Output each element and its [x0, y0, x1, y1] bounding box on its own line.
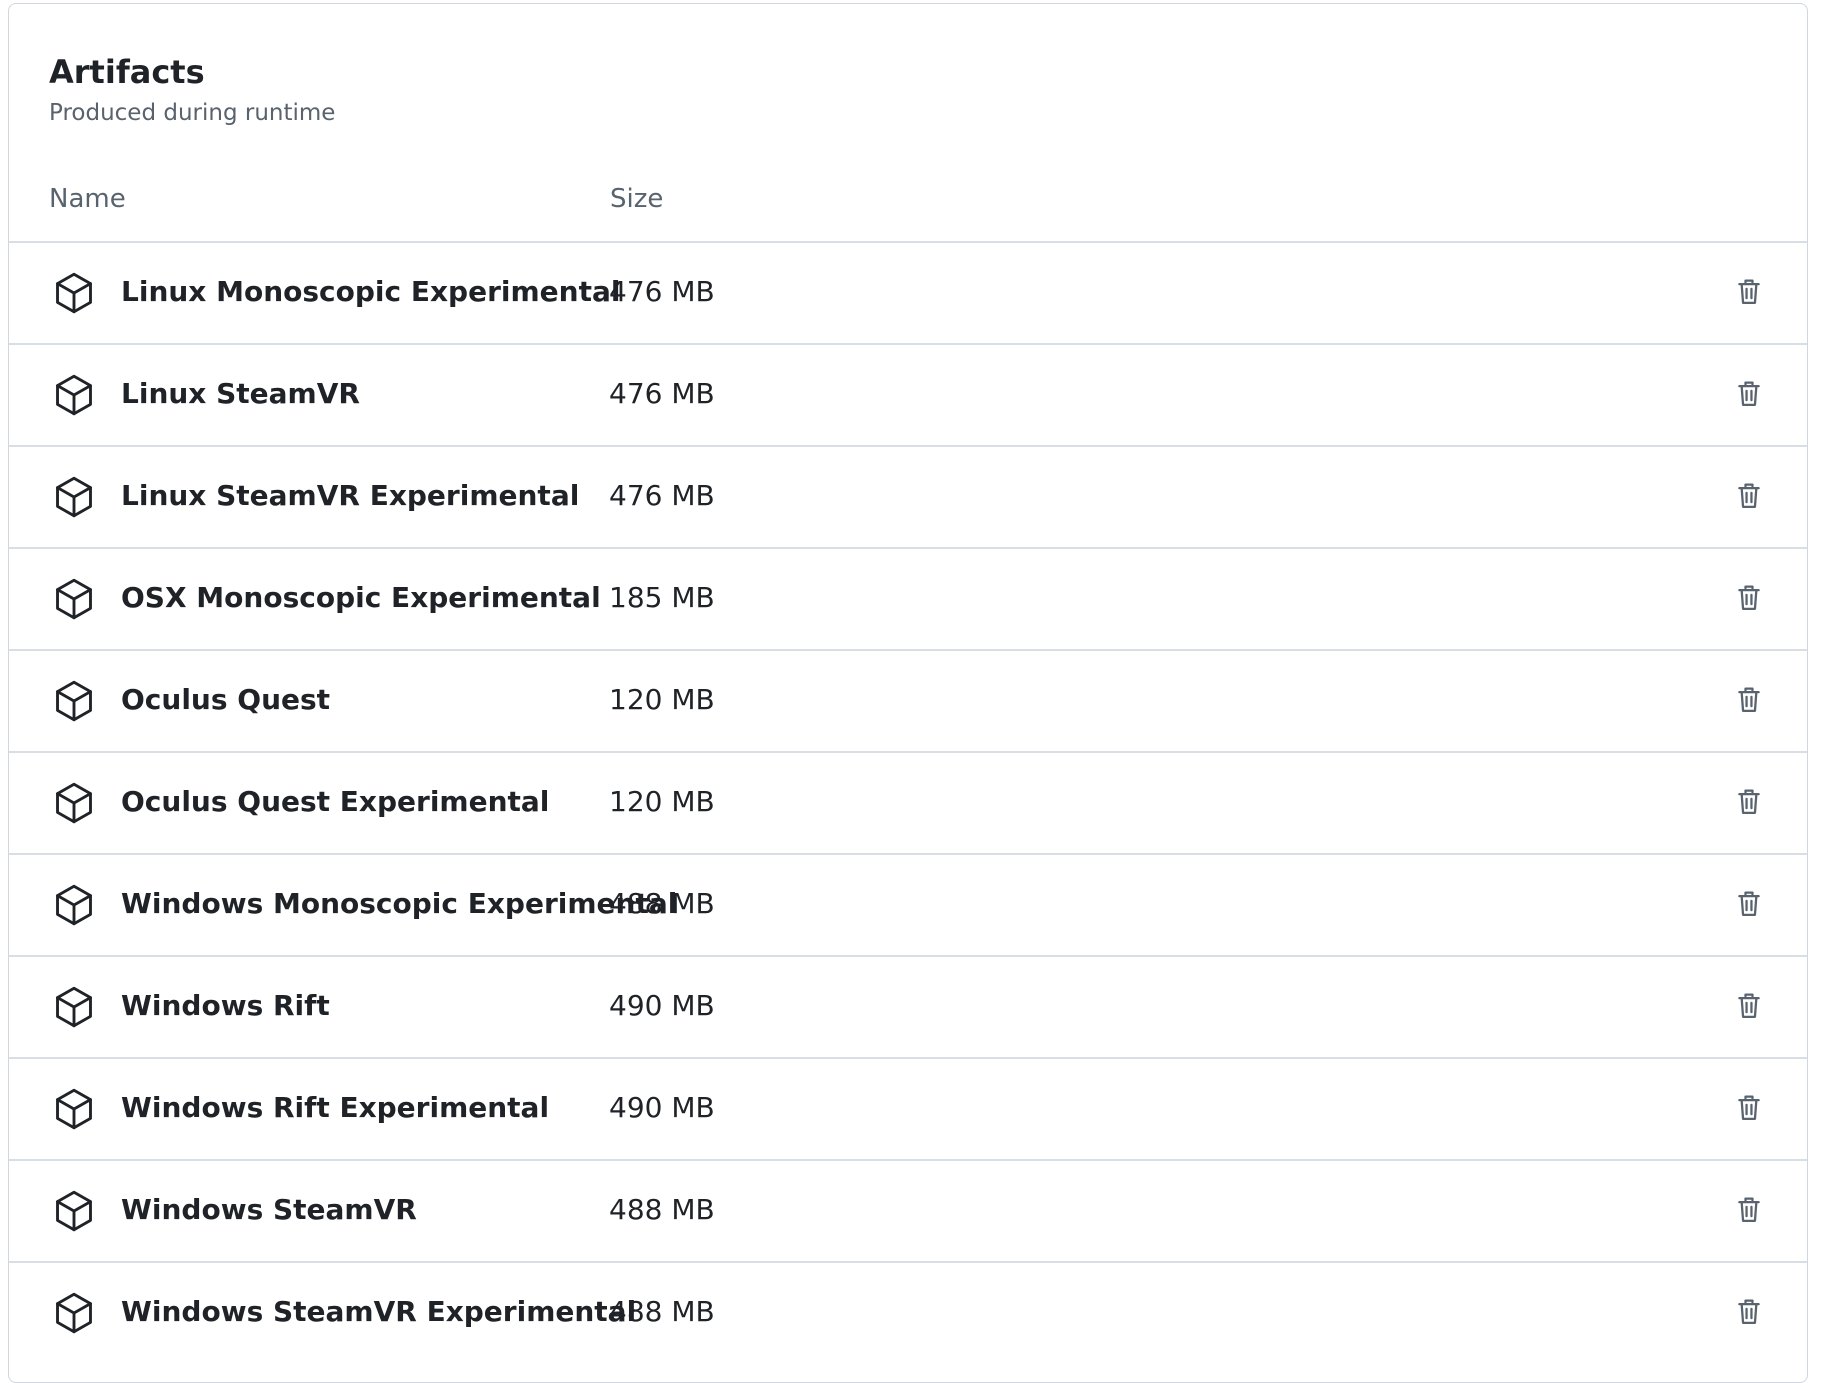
- package-icon: [51, 882, 97, 928]
- artifact-row: Windows Rift Experimental 490 MB: [9, 1057, 1807, 1159]
- panel-title: Artifacts: [49, 53, 205, 91]
- artifact-row: Windows Rift 490 MB: [9, 955, 1807, 1057]
- delete-artifact-button[interactable]: [1731, 1090, 1767, 1126]
- package-icon: [51, 270, 97, 316]
- artifact-size: 185 MB: [609, 581, 715, 614]
- artifact-name: Oculus Quest Experimental: [121, 785, 550, 818]
- artifact-row: Windows SteamVR Experimental 488 MB: [9, 1261, 1807, 1363]
- package-icon: [51, 372, 97, 418]
- package-icon: [51, 1290, 97, 1336]
- trash-icon: [1735, 482, 1763, 510]
- trash-icon: [1735, 1196, 1763, 1224]
- artifact-row: Windows Monoscopic Experimental 488 MB: [9, 853, 1807, 955]
- delete-artifact-button[interactable]: [1731, 274, 1767, 310]
- artifact-size: 488 MB: [609, 1193, 715, 1226]
- artifact-size: 120 MB: [609, 683, 715, 716]
- delete-artifact-button[interactable]: [1731, 1294, 1767, 1330]
- artifact-list: Linux Monoscopic Experimental 476 MB Lin…: [9, 241, 1807, 1363]
- trash-icon: [1735, 1298, 1763, 1326]
- trash-icon: [1735, 686, 1763, 714]
- artifact-name: Windows Rift Experimental: [121, 1091, 550, 1124]
- artifact-name: Linux SteamVR: [121, 377, 360, 410]
- artifact-row: Windows SteamVR 488 MB: [9, 1159, 1807, 1261]
- artifact-size: 490 MB: [609, 989, 715, 1022]
- package-icon: [51, 1086, 97, 1132]
- trash-icon: [1735, 788, 1763, 816]
- artifact-size: 490 MB: [609, 1091, 715, 1124]
- package-icon: [51, 780, 97, 826]
- artifact-name: OSX Monoscopic Experimental: [121, 581, 601, 614]
- delete-artifact-button[interactable]: [1731, 580, 1767, 616]
- artifact-row: Linux SteamVR 476 MB: [9, 343, 1807, 445]
- artifact-size: 488 MB: [609, 1295, 715, 1328]
- package-icon: [51, 1188, 97, 1234]
- delete-artifact-button[interactable]: [1731, 376, 1767, 412]
- artifact-size: 476 MB: [609, 377, 715, 410]
- trash-icon: [1735, 890, 1763, 918]
- package-icon: [51, 576, 97, 622]
- package-icon: [51, 474, 97, 520]
- artifact-size: 476 MB: [609, 479, 715, 512]
- artifacts-panel: Artifacts Produced during runtime Name S…: [8, 3, 1808, 1383]
- trash-icon: [1735, 584, 1763, 612]
- artifact-size: 476 MB: [609, 275, 715, 308]
- trash-icon: [1735, 380, 1763, 408]
- artifact-name: Linux SteamVR Experimental: [121, 479, 580, 512]
- artifact-name: Windows Rift: [121, 989, 330, 1022]
- artifact-row: Oculus Quest Experimental 120 MB: [9, 751, 1807, 853]
- trash-icon: [1735, 278, 1763, 306]
- artifact-row: OSX Monoscopic Experimental 185 MB: [9, 547, 1807, 649]
- column-header-name: Name: [49, 184, 126, 214]
- artifact-size: 120 MB: [609, 785, 715, 818]
- artifact-size: 488 MB: [609, 887, 715, 920]
- artifact-name: Windows SteamVR: [121, 1193, 417, 1226]
- artifact-name: Linux Monoscopic Experimental: [121, 275, 621, 308]
- artifact-row: Oculus Quest 120 MB: [9, 649, 1807, 751]
- delete-artifact-button[interactable]: [1731, 1192, 1767, 1228]
- panel-header: Artifacts Produced during runtime: [49, 52, 335, 128]
- delete-artifact-button[interactable]: [1731, 478, 1767, 514]
- trash-icon: [1735, 1094, 1763, 1122]
- delete-artifact-button[interactable]: [1731, 682, 1767, 718]
- artifact-row: Linux Monoscopic Experimental 476 MB: [9, 241, 1807, 343]
- delete-artifact-button[interactable]: [1731, 784, 1767, 820]
- trash-icon: [1735, 992, 1763, 1020]
- package-icon: [51, 678, 97, 724]
- column-header-size: Size: [610, 184, 664, 214]
- panel-subtitle: Produced during runtime: [49, 100, 336, 126]
- artifact-name: Oculus Quest: [121, 683, 331, 716]
- artifact-name: Windows Monoscopic Experimental: [121, 887, 678, 920]
- delete-artifact-button[interactable]: [1731, 886, 1767, 922]
- package-icon: [51, 984, 97, 1030]
- artifact-name: Windows SteamVR Experimental: [121, 1295, 637, 1328]
- artifact-row: Linux SteamVR Experimental 476 MB: [9, 445, 1807, 547]
- delete-artifact-button[interactable]: [1731, 988, 1767, 1024]
